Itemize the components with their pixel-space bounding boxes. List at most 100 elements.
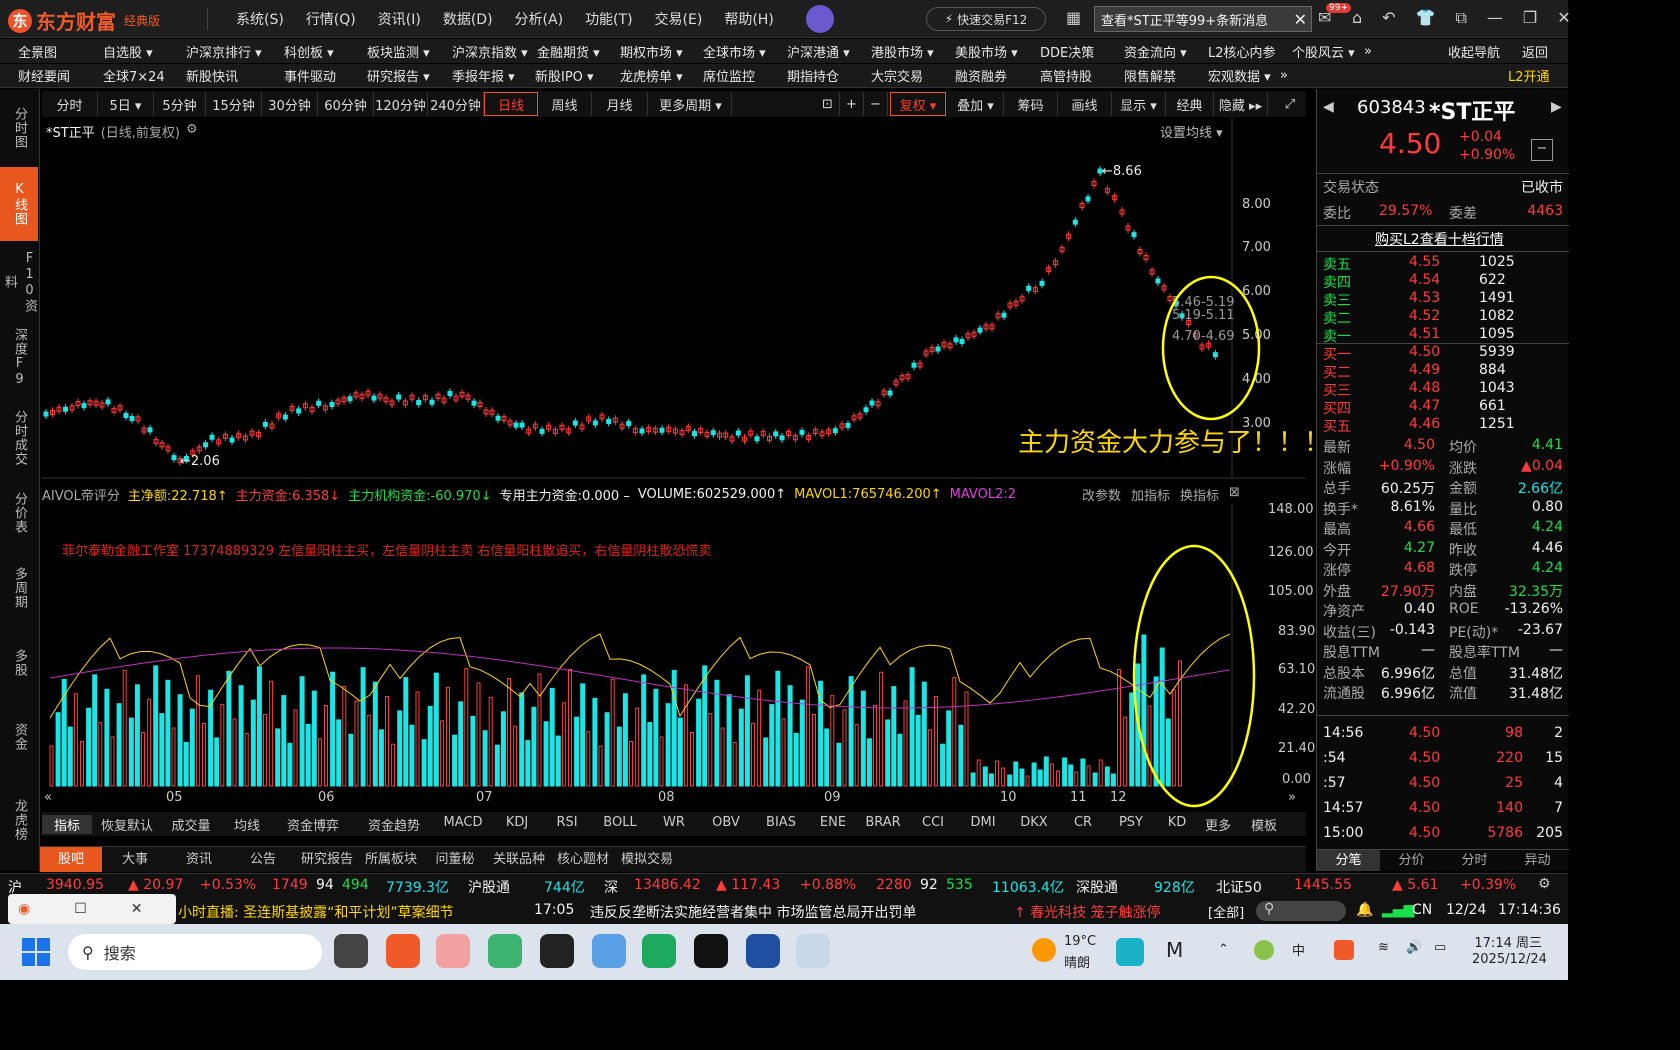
next-stock-icon[interactable]: ▶ [1551,99,1562,115]
nav-ranking[interactable]: 沪深京排行 ▾ [186,42,262,61]
nav-finance-news[interactable]: 财经要闻 [18,66,70,85]
nav-connect[interactable]: 沪深港通 ▾ [787,42,850,61]
collapse-icon[interactable]: − [1531,139,1553,161]
bottom-tab[interactable]: 问董秘 [424,847,486,872]
close-window-icon[interactable]: ✕ [1557,8,1570,28]
restore-small-icon[interactable]: ⧉ [1455,8,1466,28]
sidebar-multi-period[interactable]: 多周期 [0,557,38,619]
back-icon[interactable]: ↶ [1382,8,1395,28]
nav-block-trade[interactable]: 大宗交易 [871,66,923,85]
news-notification-button[interactable]: 查看*ST正平等99+条新消息 ✕ [1094,6,1312,32]
sail-app-icon[interactable] [746,934,780,968]
robot-assistant-icon[interactable] [806,5,834,33]
collapse-nav-button[interactable]: 收起导航 [1448,42,1500,61]
zoom-in-icon[interactable]: + [840,92,864,116]
nav-futures-position[interactable]: 期指持仓 [787,66,839,85]
bottom-tab[interactable]: 股吧 [40,847,102,872]
nav-us[interactable]: 美股市场 ▾ [955,42,1018,61]
indicator-tab[interactable]: WR [650,815,698,830]
period-daily[interactable]: 日线 [484,92,538,116]
indicator-tab[interactable]: KD [1156,815,1198,830]
sz-index[interactable]: 13486.42 [634,877,701,893]
indicator-tab[interactable]: 指标 [42,815,92,834]
tray-k-icon[interactable] [1116,938,1144,966]
news-headline[interactable]: 违反反垄断法实施经营者集中 市场监管总局开出罚单 [590,902,916,922]
chevron-up-icon[interactable]: ⌃ [1218,942,1229,957]
sidebar-funds[interactable]: 资金 [0,715,38,759]
sidebar-dragon-tiger[interactable]: 龙虎榜 [0,787,38,853]
l2-open-button[interactable]: L2开通 [1508,66,1550,85]
nav-futures[interactable]: 金融期货 ▾ [537,42,600,61]
skin-icon[interactable]: 👕 [1416,8,1436,28]
tray-app-icon[interactable] [1254,940,1274,960]
fullscreen-icon[interactable]: ⤢ [1276,92,1304,116]
nav-global[interactable]: 全球市场 ▾ [703,42,766,61]
indicator-tab[interactable]: BOLL [592,815,648,830]
adjust-price-dropdown[interactable]: 复权 ▾ [890,92,946,116]
indicator-tab[interactable]: OBV [700,815,752,830]
nav-exec-holdings[interactable]: 高管持股 [1040,66,1092,85]
quick-trade-button[interactable]: ⚡ 快速交易F12 [926,7,1046,31]
eastmoney-app-icon[interactable] [386,934,420,968]
nav-unlock[interactable]: 限售解禁 [1124,66,1176,85]
wifi-icon[interactable]: ≋ [1378,940,1389,955]
quote-tab[interactable]: 分价 [1380,850,1443,871]
nav-l2-core[interactable]: L2核心内参 [1208,42,1276,61]
nav-sector-monitor[interactable]: 板块监测 ▾ [367,42,430,61]
grid-icon[interactable]: ▦ [1066,8,1081,27]
windows-start-icon[interactable] [22,938,50,966]
scroll-right-icon[interactable]: » [1288,790,1296,805]
classic-button[interactable]: 经典 [1166,92,1214,116]
scroll-left-icon[interactable]: « [44,790,52,805]
app-s-icon[interactable] [642,934,676,968]
period-weekly[interactable]: 周线 [538,92,592,116]
nav-capital-flow[interactable]: 资金流向 ▾ [1124,42,1187,61]
nav-macro[interactable]: 宏观数据 ▾ [1208,66,1271,85]
bottom-tab[interactable]: 资讯 [168,847,230,872]
prev-stock-icon[interactable]: ◀ [1323,99,1334,115]
return-button[interactable]: 返回 [1522,42,1548,61]
period-15min[interactable]: 15分钟 [206,92,262,116]
switch-indicator-button[interactable]: 换指标 [1180,485,1219,504]
indicator-tab[interactable]: 恢复默认 [94,815,160,834]
indicator-tab[interactable]: CCI [910,815,956,830]
indicator-tab[interactable]: KDJ [492,815,542,830]
home-icon[interactable]: ⌂ [1352,8,1362,28]
lock-icon[interactable]: ⊡ [816,92,840,116]
indicator-tab[interactable]: 成交量 [162,815,220,834]
nav-star-market[interactable]: 科创板 ▾ [284,42,334,61]
menu-system[interactable]: 系统(S) [236,9,284,29]
hide-button[interactable]: 隐藏 ▸▸ [1214,92,1268,116]
bottom-tab[interactable]: 关联品种 [488,847,550,872]
period-60min[interactable]: 60分钟 [318,92,374,116]
nav-more[interactable]: » [1364,44,1372,59]
news-all-link[interactable]: [全部] [1208,902,1244,921]
sidebar-kline[interactable]: K线图 [0,167,38,241]
edit-params-button[interactable]: 改参数 [1082,485,1121,504]
close-icon[interactable]: ✕ [1294,10,1307,29]
indicator-tab[interactable]: ENE [810,815,856,830]
sidebar-price-table[interactable]: 分价表 [0,483,38,543]
indicator-tab[interactable]: 模板 [1238,815,1290,834]
indicator-tab[interactable]: 资金博弈 [274,815,352,834]
kline-chart[interactable] [42,118,1306,808]
bottom-tab[interactable]: 公告 [232,847,294,872]
indicator-tab[interactable]: RSI [544,815,590,830]
nav-stock-news[interactable]: 个股风云 ▾ [1292,42,1355,61]
period-30min[interactable]: 30分钟 [262,92,318,116]
nav-panorama[interactable]: 全景图 [18,42,57,61]
nav-margin[interactable]: 融资融券 [955,66,1007,85]
period-120min[interactable]: 120分钟 [374,92,428,116]
indicator-tab[interactable]: PSY [1108,815,1154,830]
period-more[interactable]: 更多周期 ▾ [650,92,732,116]
search-box[interactable]: ⚲ [1256,901,1346,921]
battery-icon[interactable]: ▭ [1434,940,1446,955]
nav-ipo[interactable]: 新股IPO ▾ [535,66,594,85]
draw-line-button[interactable]: 画线 [1058,92,1112,116]
nav-events[interactable]: 事件驱动 [284,66,336,85]
quote-tab[interactable]: 异动 [1506,850,1569,871]
sidebar-depth[interactable]: 深度F9 [0,323,38,393]
buy-l2-link[interactable]: 购买L2查看十档行情 [1375,229,1504,249]
sidebar-ticks[interactable]: 分时成交 [0,395,38,481]
bottom-tab[interactable]: 模拟交易 [616,847,678,872]
